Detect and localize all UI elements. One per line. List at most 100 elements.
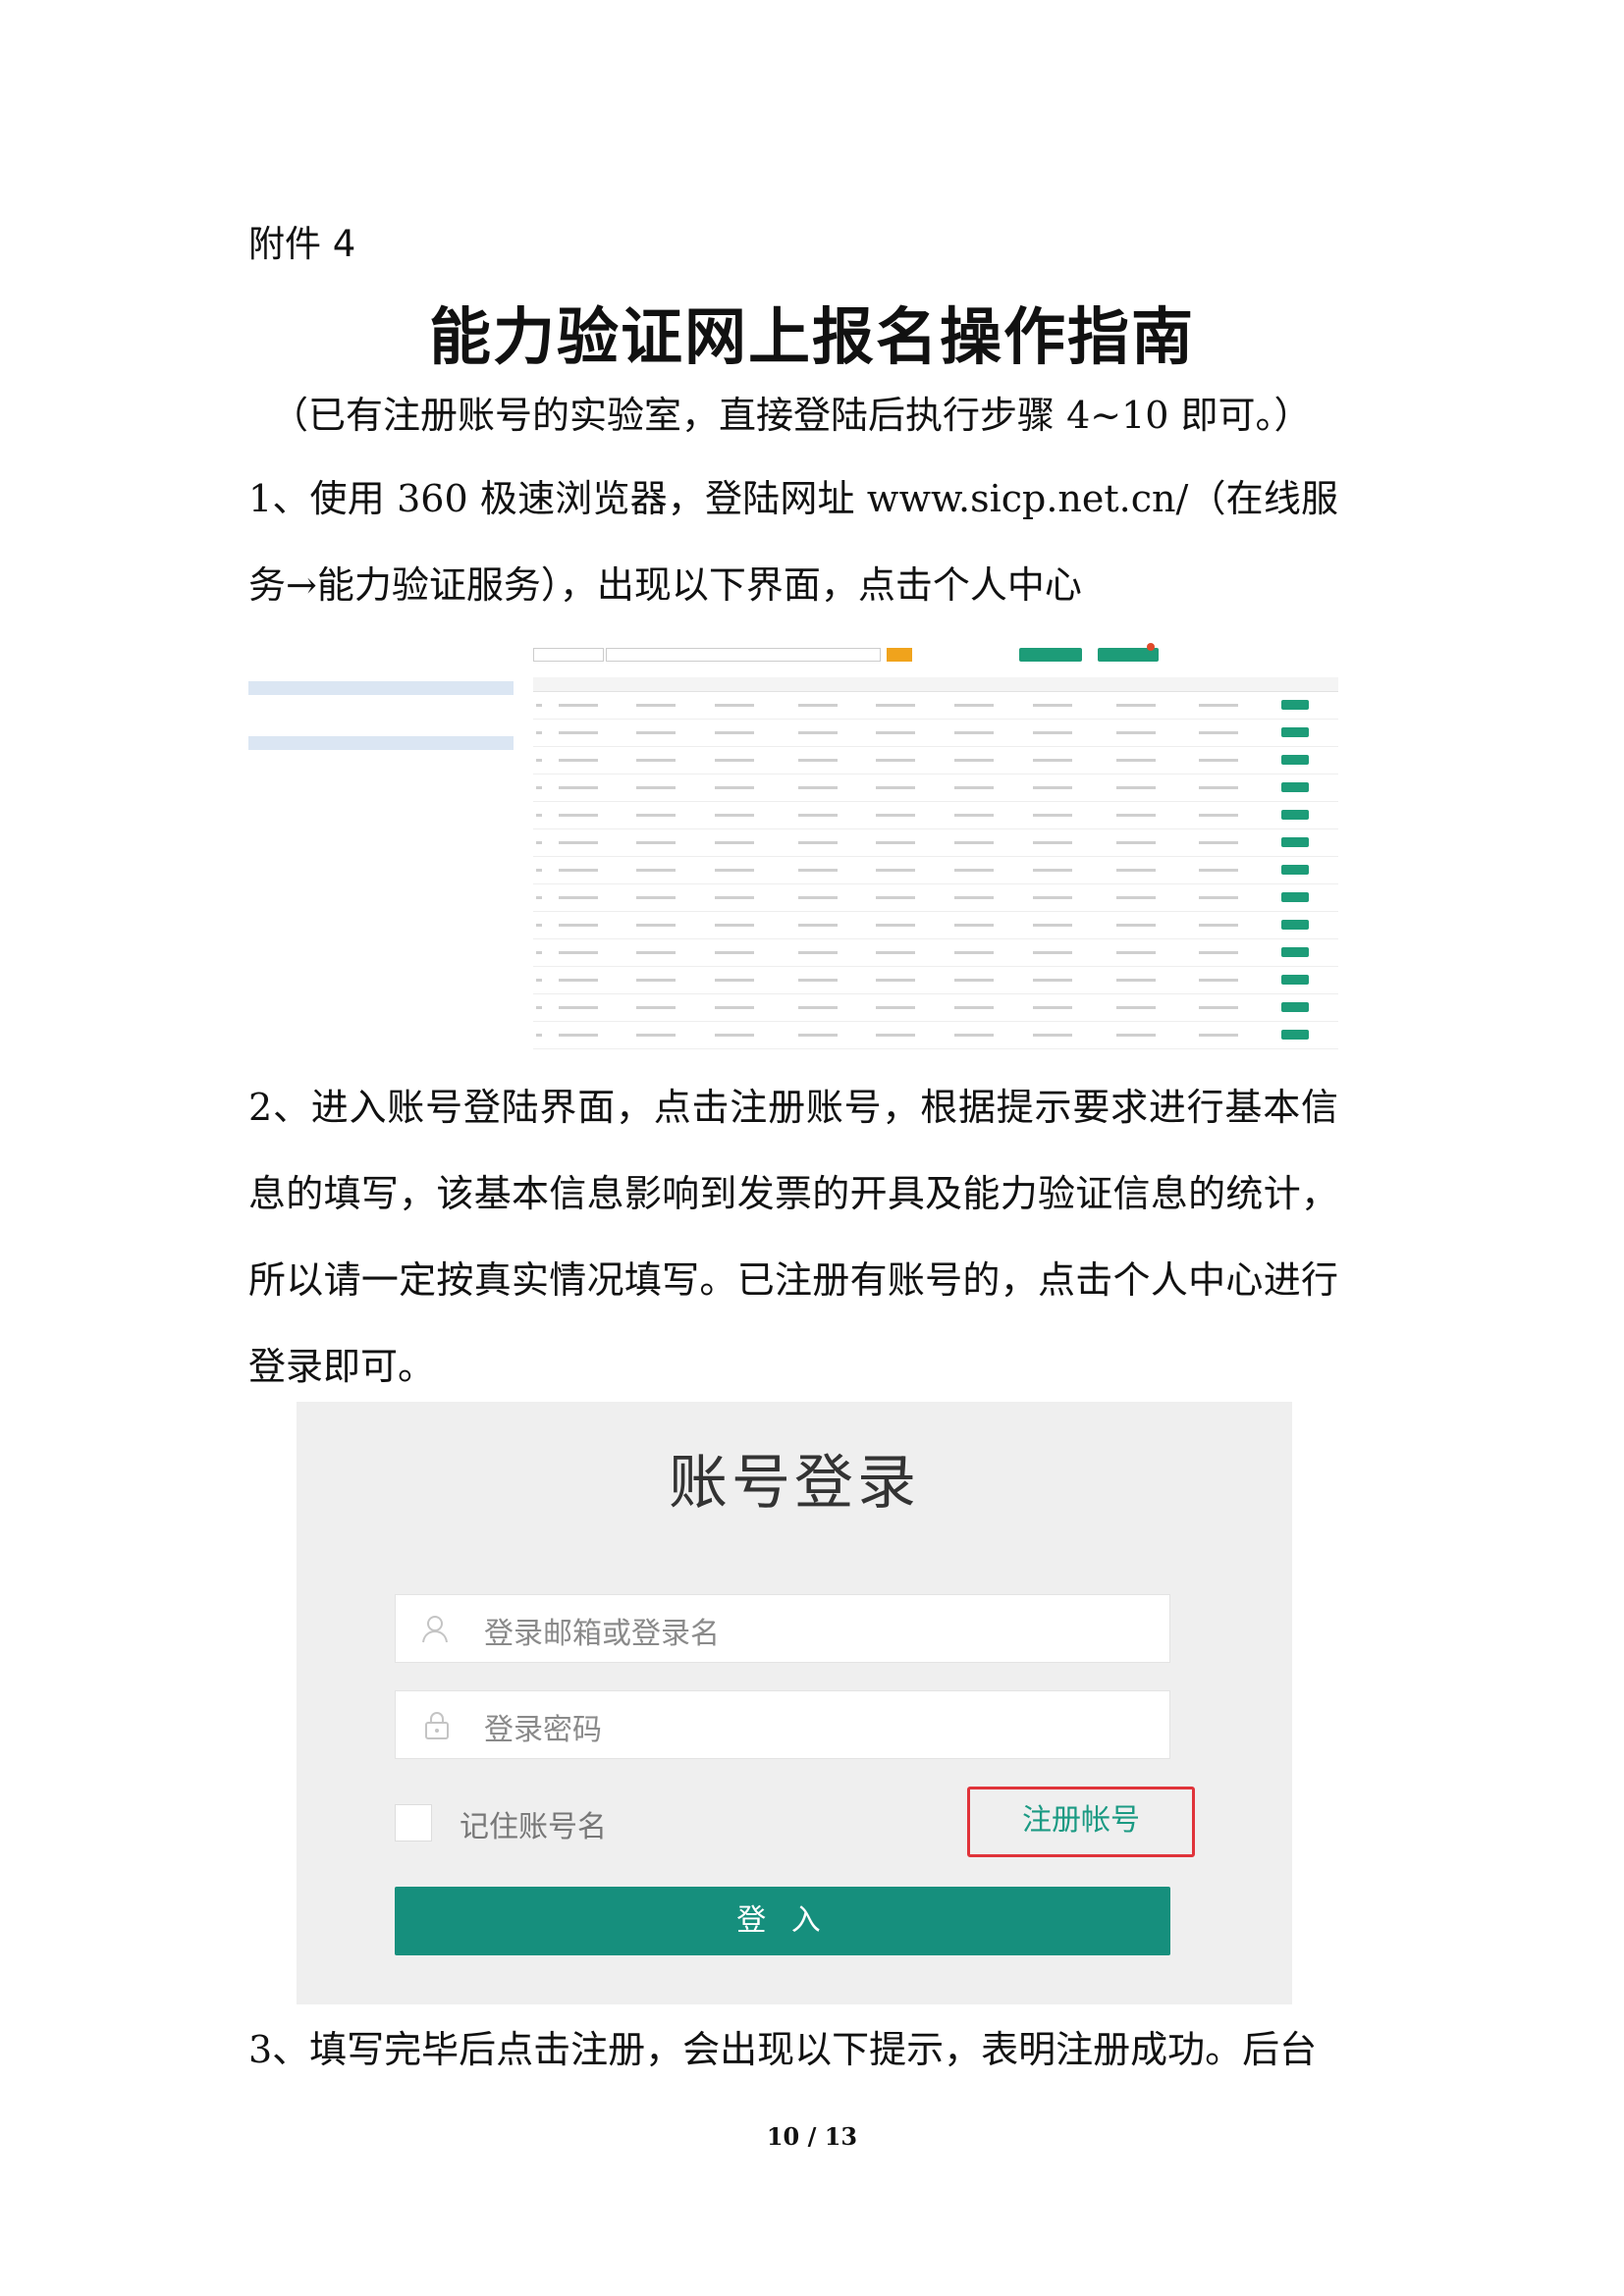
register-account-link[interactable]: 注册帐号 [967,1787,1195,1857]
row-action-button[interactable] [1281,781,1310,792]
row-action-button[interactable] [1281,809,1310,820]
cell-text-placeholder [558,1034,598,1037]
cell-text-placeholder [1198,814,1238,817]
cell-text-placeholder [636,869,677,872]
cell-text-placeholder [536,979,542,982]
sidebar [248,681,514,779]
remember-checkbox[interactable] [395,1804,432,1842]
row-action-button[interactable] [1281,1001,1310,1012]
row-action-cell [1278,883,1338,912]
table-cell [951,828,1031,857]
cell-text-placeholder [536,731,542,734]
cell-text-placeholder [715,924,755,927]
search-input[interactable] [606,648,881,662]
row-action-button[interactable] [1281,919,1310,930]
table-cell [1030,966,1113,994]
table-cell [1195,691,1279,720]
table-cell [873,966,952,994]
cell-text-placeholder [636,896,677,899]
table-cell [1030,993,1113,1022]
cell-text-placeholder [1115,786,1156,789]
username-field[interactable]: 登录邮箱或登录名 [395,1594,1170,1663]
sidebar-item[interactable] [248,724,514,736]
cell-text-placeholder [536,841,542,844]
row-action-button[interactable] [1281,946,1310,957]
cell-text-placeholder [1115,814,1156,817]
cell-text-placeholder [876,896,916,899]
program-table [533,677,1338,1049]
row-action-button[interactable] [1281,864,1310,875]
cell-text-placeholder [876,979,916,982]
table-cell [873,911,952,939]
table-cell [1195,883,1279,912]
table-row [533,746,1338,774]
table-cell [712,993,795,1022]
cell-text-placeholder [797,704,838,707]
subtitle: （已有注册账号的实验室，直接登陆后执行步骤 4~10 即可。） [271,394,1312,437]
cell-text-placeholder [954,979,995,982]
row-action-cell [1278,911,1338,939]
cell-text-placeholder [1115,1006,1156,1009]
cell-text-placeholder [1033,951,1073,954]
login-submit-button[interactable]: 登 入 [395,1887,1170,1955]
cell-text-placeholder [1115,924,1156,927]
table-cell [712,774,795,802]
row-action-button[interactable] [1281,1029,1310,1040]
sidebar-item[interactable] [248,713,514,724]
search-category-select[interactable] [533,648,604,662]
row-action-cell [1278,993,1338,1022]
table-cell [712,719,795,747]
cell-text-placeholder [636,786,677,789]
row-action-button[interactable] [1281,891,1310,902]
cell-text-placeholder [1198,841,1238,844]
cell-text-placeholder [536,924,542,927]
sidebar-item[interactable] [248,756,514,768]
table-cell [1195,774,1279,802]
row-action-button[interactable] [1281,974,1310,985]
cell-text-placeholder [1198,1006,1238,1009]
cell-text-placeholder [1033,1034,1073,1037]
cell-text-placeholder [715,841,755,844]
cell-text-placeholder [636,759,677,762]
table-cell [633,746,713,774]
table-cell [1112,911,1196,939]
cell-text-placeholder [1115,979,1156,982]
row-action-button[interactable] [1281,836,1310,847]
table-cell [873,828,952,857]
cell-text-placeholder [954,951,995,954]
cell-text-placeholder [876,1006,916,1009]
lock-icon [421,1711,453,1740]
table-cell [633,856,713,884]
table-cell [794,938,874,967]
table-cell [794,883,874,912]
cell-text-placeholder [797,869,838,872]
row-action-button[interactable] [1281,726,1310,737]
cell-text-placeholder [636,704,677,707]
table-cell [533,746,556,774]
row-action-button[interactable] [1281,699,1310,710]
table-cell [873,719,952,747]
sidebar-item[interactable] [248,768,514,779]
cell-text-placeholder [715,1034,755,1037]
table-cell [555,856,634,884]
search-button[interactable] [887,648,912,662]
row-action-cell [1278,774,1338,802]
table-cell [794,966,874,994]
row-action-cell [1278,828,1338,857]
password-field[interactable]: 登录密码 [395,1690,1170,1759]
row-action-button[interactable] [1281,754,1310,765]
cell-text-placeholder [1033,924,1073,927]
cell-text-placeholder [536,896,542,899]
table-cell [794,746,874,774]
cell-text-placeholder [1198,951,1238,954]
table-cell [1195,911,1279,939]
step-1-text: 1、使用 360 极速浏览器，登陆网址 www.sicp.net.cn/（在线服… [248,477,1338,607]
sidebar-item[interactable] [248,701,514,713]
cell-text-placeholder [715,951,755,954]
cell-text-placeholder [558,786,598,789]
cell-text-placeholder [876,924,916,927]
login-title: 账号登录 [669,1449,920,1518]
table-cell [1030,774,1113,802]
table-cell [951,1021,1031,1049]
toolbar-button[interactable] [1019,648,1082,662]
